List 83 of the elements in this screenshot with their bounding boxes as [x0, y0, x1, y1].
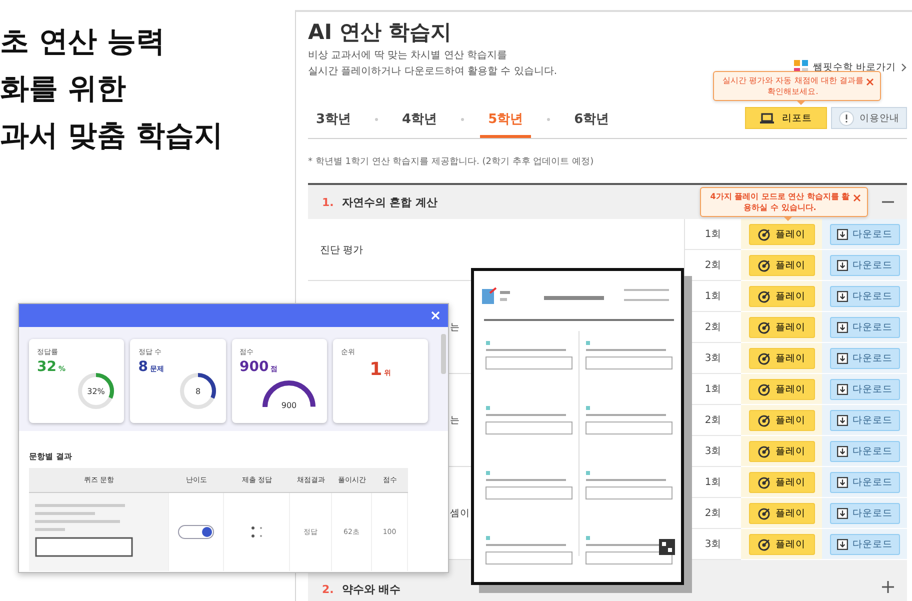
difficulty-pill-icon [178, 525, 214, 539]
close-icon[interactable] [866, 78, 874, 86]
download-button[interactable]: 다운로드 [830, 348, 900, 368]
download-icon [836, 384, 848, 394]
info-icon [838, 110, 854, 126]
lesson-label: 는 [449, 414, 460, 426]
laptop-icon [760, 112, 774, 124]
download-icon [836, 260, 848, 270]
target-icon [758, 382, 770, 396]
target-icon [758, 258, 770, 272]
notice-text: * 학년별 1학기 연산 학습지를 제공합니다. (2학기 추후 업데이트 예정) [308, 156, 595, 169]
download-button[interactable]: 다운로드 [830, 440, 900, 462]
target-icon [758, 352, 770, 364]
tab-separator-dot [375, 118, 378, 120]
section-title: 자연수의 혼합 계산 [342, 194, 438, 210]
report-button[interactable]: 리포트 [745, 107, 827, 129]
chevron-right-icon [901, 62, 907, 72]
target-icon [758, 444, 770, 458]
play-button[interactable]: 플레이 [748, 286, 814, 306]
section-number: 2. [322, 582, 334, 596]
ring-chart: 8 [178, 371, 218, 411]
play-button[interactable]: 플레이 [748, 410, 814, 430]
play-button[interactable]: 플레이 [748, 472, 814, 492]
download-button[interactable]: 다운로드 [830, 286, 900, 306]
lesson-label: 는 [449, 320, 460, 334]
download-icon [836, 322, 848, 332]
grade-tab[interactable]: 6학년 [566, 100, 618, 138]
tooltip-text: 실시간 평가와 자동 채점에 대한 결과를 확인해보세요. [722, 76, 864, 96]
play-button[interactable]: 플레이 [748, 502, 814, 524]
section-number: 1. [322, 196, 334, 208]
tab-separator-dot [461, 118, 464, 120]
download-icon [836, 538, 848, 550]
download-button[interactable]: 다운로드 [830, 410, 900, 430]
play-button[interactable]: 플레이 [748, 440, 814, 462]
download-icon [836, 290, 848, 302]
play-button[interactable]: 플레이 [748, 316, 814, 338]
answer-dots-icon [250, 525, 264, 539]
play-button[interactable]: 플레이 [748, 534, 814, 554]
download-icon [836, 476, 848, 488]
tooltip-text: 4가지 플레이 모드로 연산 학습지를 활용하실 수 있습니다. [710, 192, 850, 212]
target-icon [758, 228, 770, 240]
download-button[interactable]: 다운로드 [830, 254, 900, 276]
grade-tab[interactable]: 4학년 [394, 100, 446, 138]
target-icon [758, 320, 770, 334]
description-line: 실시간 플레이하거나 다운로드하여 활용할 수 있습니다. [308, 65, 558, 79]
tab-separator-dot [547, 118, 550, 120]
download-button[interactable]: 다운로드 [830, 534, 900, 554]
description-line: 비상 교과서에 딱 맞는 차시별 연산 학습지를 [308, 49, 508, 63]
target-icon [758, 506, 770, 520]
headline-line: 화를 위한 [0, 70, 128, 107]
play-button[interactable]: 플레이 [748, 348, 814, 368]
play-button[interactable]: 플레이 [748, 254, 814, 276]
close-icon[interactable] [853, 194, 861, 202]
page-title: AI 연산 학습지 [308, 19, 453, 46]
grade-tab[interactable]: 3학년 [308, 100, 360, 138]
section-header[interactable]: 1. 자연수의 혼합 계산 4가지 플레이 모드로 연산 학습지를 활용하실 수 있습니다. [308, 183, 907, 219]
section-title: 약수와 배수 [342, 582, 401, 596]
download-icon [836, 352, 848, 364]
gauge-chart: 900 [258, 377, 319, 411]
headline-line: 초 연산 능력 [0, 23, 166, 60]
guide-button[interactable]: 이용안내 [831, 107, 907, 129]
target-icon [758, 538, 770, 550]
download-icon [836, 228, 848, 240]
download-button[interactable]: 다운로드 [830, 472, 900, 492]
lesson-label: 진단 평가 [319, 244, 364, 256]
download-icon [836, 508, 848, 518]
expand-icon[interactable] [881, 580, 895, 594]
lesson-label: 셈이 [449, 506, 470, 520]
target-icon [758, 290, 770, 302]
play-button[interactable]: 플레이 [748, 378, 814, 400]
target-icon [758, 476, 770, 488]
target-icon [758, 414, 770, 426]
headline-line: 과서 맞춤 학습지 [0, 117, 224, 154]
download-button[interactable]: 다운로드 [830, 224, 900, 244]
play-button[interactable]: 플레이 [748, 224, 814, 244]
download-button[interactable]: 다운로드 [830, 378, 900, 400]
download-button[interactable]: 다운로드 [830, 502, 900, 524]
scrollbar[interactable] [441, 334, 446, 374]
download-button[interactable]: 다운로드 [830, 316, 900, 338]
download-icon [836, 414, 848, 426]
results-title: 문항별 결과 [29, 451, 73, 462]
download-icon [836, 446, 848, 456]
ring-chart: 32% [76, 371, 116, 411]
